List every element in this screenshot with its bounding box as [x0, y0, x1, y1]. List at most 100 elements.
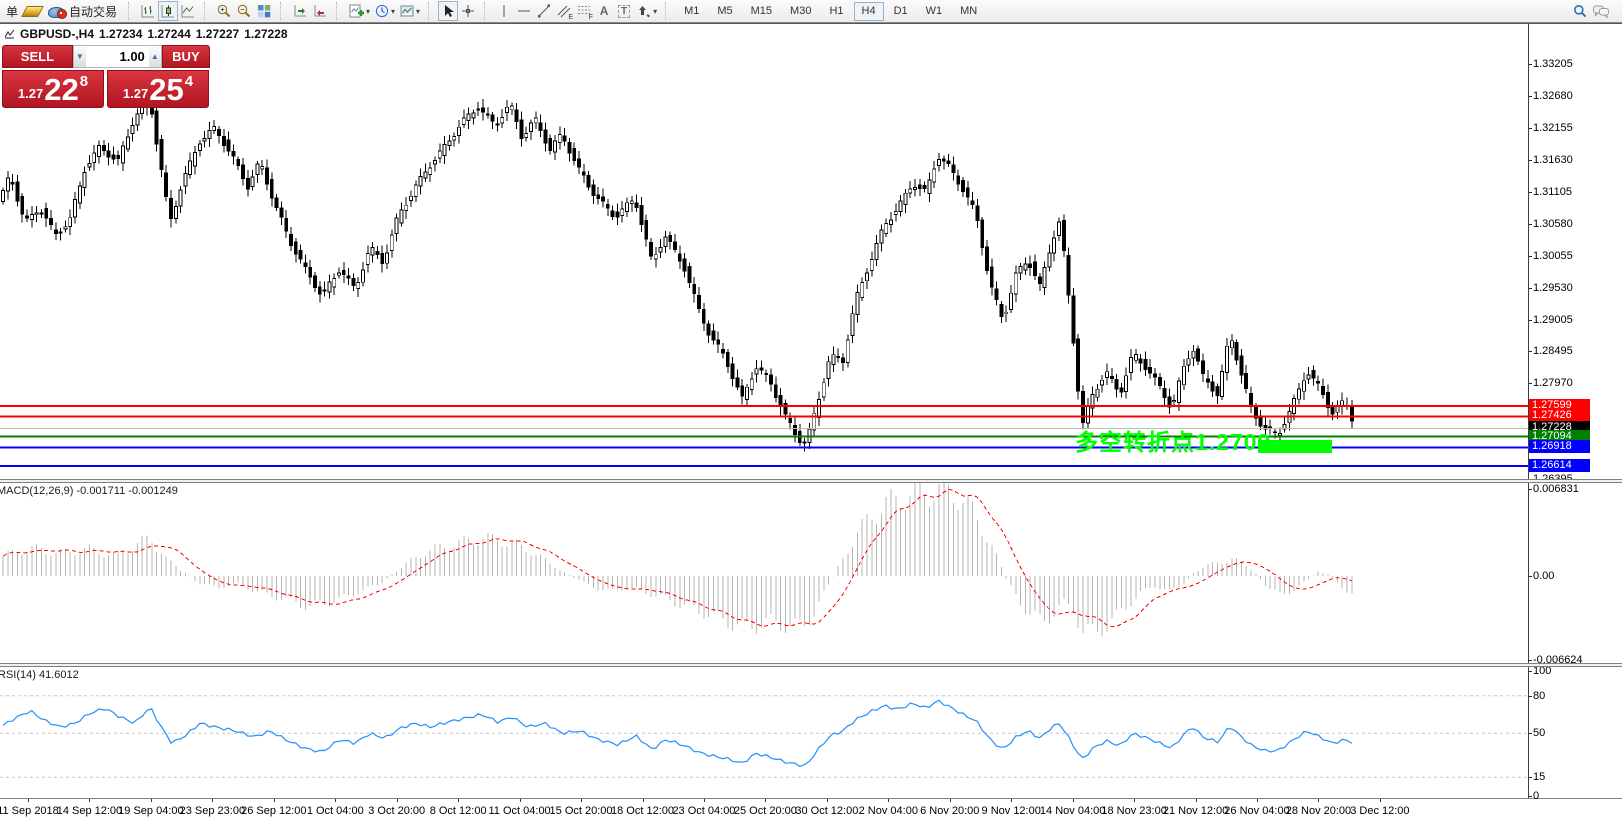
- vertical-line-button[interactable]: [494, 1, 514, 21]
- text-button[interactable]: A: [594, 1, 614, 21]
- timeframe-D1[interactable]: D1: [886, 2, 916, 21]
- volume-increase-button[interactable]: ▲: [149, 46, 161, 67]
- periods-button[interactable]: ▾: [372, 1, 397, 21]
- vertical-line-icon: [496, 3, 512, 19]
- macd-axis-label: 0.006831: [1533, 483, 1579, 495]
- time-axis-tick: [581, 799, 582, 802]
- symbol-period: GBPUSD-,H4: [20, 27, 94, 41]
- time-axis-tick: [1257, 799, 1258, 802]
- price-tick-label: 1.28495: [1533, 345, 1573, 357]
- timeframe-M5[interactable]: M5: [709, 2, 740, 21]
- pane-divider[interactable]: [0, 479, 1622, 483]
- timeframe-group: M1M5M15M30H1H4D1W1MN: [675, 1, 986, 21]
- time-axis-label: 14 Nov 04:00: [1040, 805, 1105, 817]
- timeframe-H1[interactable]: H1: [821, 2, 851, 21]
- annotation-text[interactable]: 多空转折点1.2709: [1075, 423, 1271, 457]
- timeframe-M15[interactable]: M15: [743, 2, 780, 21]
- price-tick-label: 1.30580: [1533, 218, 1573, 230]
- time-axis-tick: [1134, 799, 1135, 802]
- price-chart-pane[interactable]: [0, 24, 1528, 479]
- time-axis-tick: [151, 799, 152, 802]
- zoom-in-button[interactable]: [214, 1, 234, 21]
- timeframe-H4[interactable]: H4: [854, 2, 884, 21]
- zoom-out-button[interactable]: [234, 1, 254, 21]
- time-axis-label: 9 Nov 12:00: [982, 805, 1041, 817]
- crosshair-button[interactable]: [458, 1, 478, 21]
- sell-price-prefix: 1.27: [18, 86, 43, 101]
- buy-price-prefix: 1.27: [123, 86, 148, 101]
- time-axis-label: 21 Nov 12:00: [1163, 805, 1228, 817]
- arrows-button[interactable]: ▾: [634, 1, 659, 21]
- buy-button[interactable]: BUY: [162, 45, 210, 68]
- rsi-axis-label: 80: [1533, 690, 1545, 702]
- price-level-badge: 1.26614: [1529, 459, 1590, 472]
- time-axis-tick: [89, 799, 90, 802]
- time-axis-tick: [1073, 799, 1074, 802]
- timeframe-W1[interactable]: W1: [918, 2, 951, 21]
- gold-bar-button[interactable]: [22, 1, 43, 21]
- new-chart-button[interactable]: ▾: [346, 1, 372, 21]
- ohlc-high: 1.27244: [147, 27, 190, 41]
- chart-shift-button[interactable]: [290, 1, 310, 21]
- text-label-button[interactable]: T: [614, 1, 634, 21]
- cursor-button[interactable]: [438, 1, 458, 21]
- volume-decrease-button[interactable]: ▼: [74, 46, 86, 67]
- bar-chart-button[interactable]: [138, 1, 158, 21]
- sell-button[interactable]: SELL: [2, 45, 73, 68]
- text-icon: A: [600, 4, 609, 18]
- rsi-axis-label: 0: [1533, 790, 1539, 802]
- sell-price-sup: 8: [80, 73, 88, 90]
- line-chart-icon: [180, 3, 196, 19]
- sell-price-button[interactable]: 1.27 22 8: [2, 70, 104, 108]
- tile-windows-button[interactable]: [254, 1, 274, 21]
- time-axis-tick: [643, 799, 644, 802]
- macd-pane[interactable]: [0, 483, 1528, 663]
- time-axis-label: 30 Oct 12:00: [795, 805, 858, 817]
- candlestick-button[interactable]: [158, 1, 178, 21]
- toolbar-separator: [280, 2, 286, 20]
- toolbar-separator: [428, 2, 434, 20]
- one-click-trading-panel: SELL ▼ ▲ BUY 1.27 22 8 1.27 25 4: [2, 45, 210, 108]
- time-axis-label: 3 Dec 12:00: [1350, 805, 1409, 817]
- time-axis-tick: [950, 799, 951, 802]
- new-chart-icon: [348, 3, 365, 19]
- pane-divider[interactable]: [0, 663, 1622, 667]
- time-axis-label: 3 Oct 20:00: [368, 805, 425, 817]
- time-axis-tick: [28, 799, 29, 802]
- trendline-button[interactable]: [534, 1, 554, 21]
- timeframe-M30[interactable]: M30: [782, 2, 819, 21]
- templates-button[interactable]: ▾: [397, 1, 422, 21]
- volume-input[interactable]: [86, 46, 149, 67]
- buy-price-button[interactable]: 1.27 25 4: [107, 70, 209, 108]
- auto-scroll-button[interactable]: [310, 1, 330, 21]
- time-axis-tick: [704, 799, 705, 802]
- template-icon: [399, 3, 415, 19]
- rsi-pane[interactable]: [0, 667, 1528, 798]
- line-chart-button[interactable]: [178, 1, 198, 21]
- zoom-out-icon: [236, 3, 252, 19]
- timeframe-M1[interactable]: M1: [676, 2, 707, 21]
- price-tick-label: 1.33205: [1533, 58, 1573, 70]
- zoom-in-icon: [216, 3, 232, 19]
- time-axis-tick: [212, 799, 213, 802]
- price-tick-label: 1.29530: [1533, 282, 1573, 294]
- autotrading-button[interactable]: 自动交易: [43, 1, 122, 21]
- horizontal-line-button[interactable]: [514, 1, 534, 21]
- search-button[interactable]: [1570, 1, 1590, 21]
- new-order-button[interactable]: 单: [2, 1, 22, 21]
- fibonacci-button[interactable]: F: [574, 1, 594, 21]
- chat-button[interactable]: [1590, 1, 1612, 21]
- time-axis-label: 11 Oct 04:00: [489, 805, 551, 817]
- time-axis-label: 6 Nov 20:00: [920, 805, 979, 817]
- auto-scroll-icon: [312, 3, 328, 19]
- equidistant-channel-button[interactable]: E: [554, 1, 574, 21]
- rsi-label: RSI(14) 41.6012: [0, 669, 79, 681]
- channel-glyph: E: [568, 14, 573, 21]
- gold-bar-icon: [21, 6, 44, 17]
- timeframe-MN[interactable]: MN: [952, 2, 985, 21]
- time-axis-label: 2 Nov 04:00: [859, 805, 918, 817]
- chevron-down-icon: ▾: [391, 7, 395, 16]
- price-level-badge: 1.27426: [1529, 409, 1590, 422]
- time-axis-border: [0, 798, 1622, 799]
- autotrading-icon: [48, 5, 65, 18]
